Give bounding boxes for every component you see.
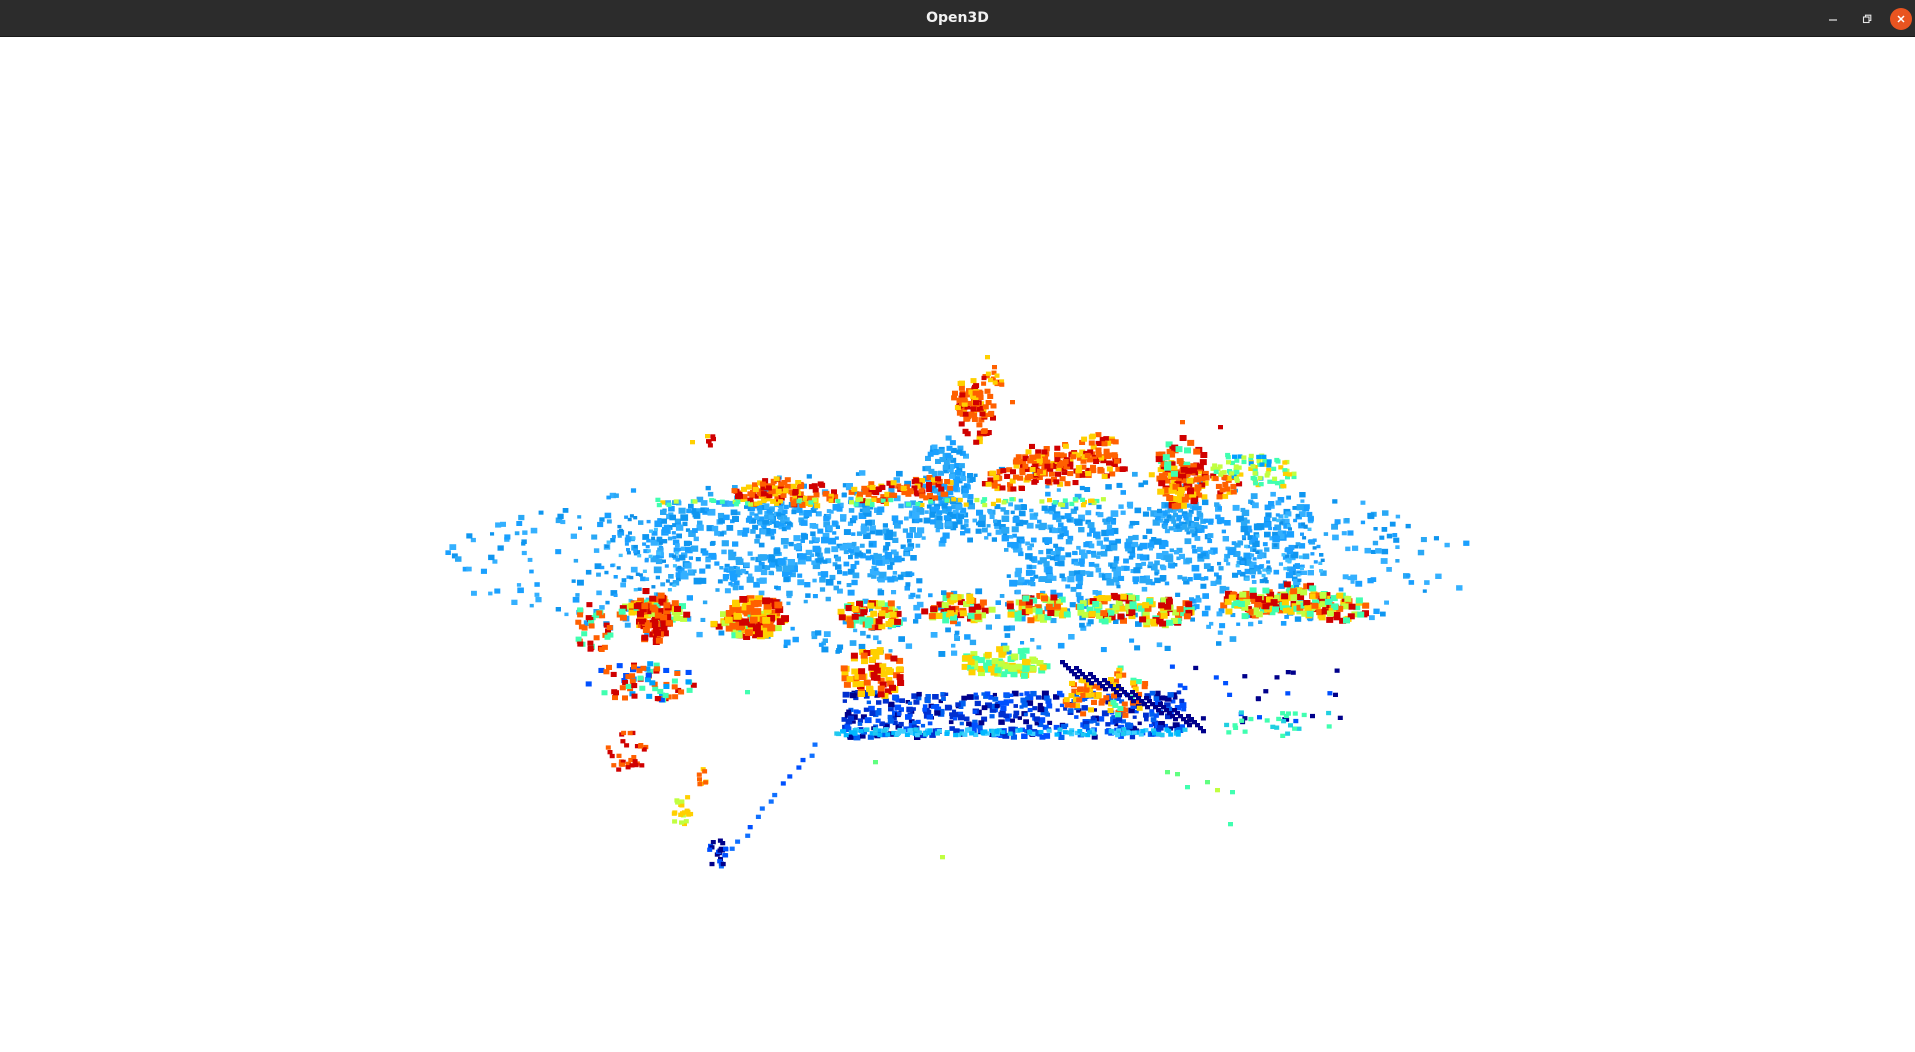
minimize-button[interactable]	[1822, 8, 1844, 30]
open3d-window: Open3D	[0, 0, 1915, 1052]
point-cloud	[445, 355, 1470, 869]
point-cloud-viewport[interactable]	[0, 37, 1915, 1052]
title-bar[interactable]: Open3D	[0, 0, 1915, 37]
minimize-icon	[1829, 19, 1837, 21]
window-title: Open3D	[926, 10, 989, 26]
close-icon	[1897, 15, 1905, 23]
restore-icon	[1862, 14, 1872, 24]
restore-button[interactable]	[1856, 8, 1878, 30]
close-button[interactable]	[1890, 8, 1912, 30]
